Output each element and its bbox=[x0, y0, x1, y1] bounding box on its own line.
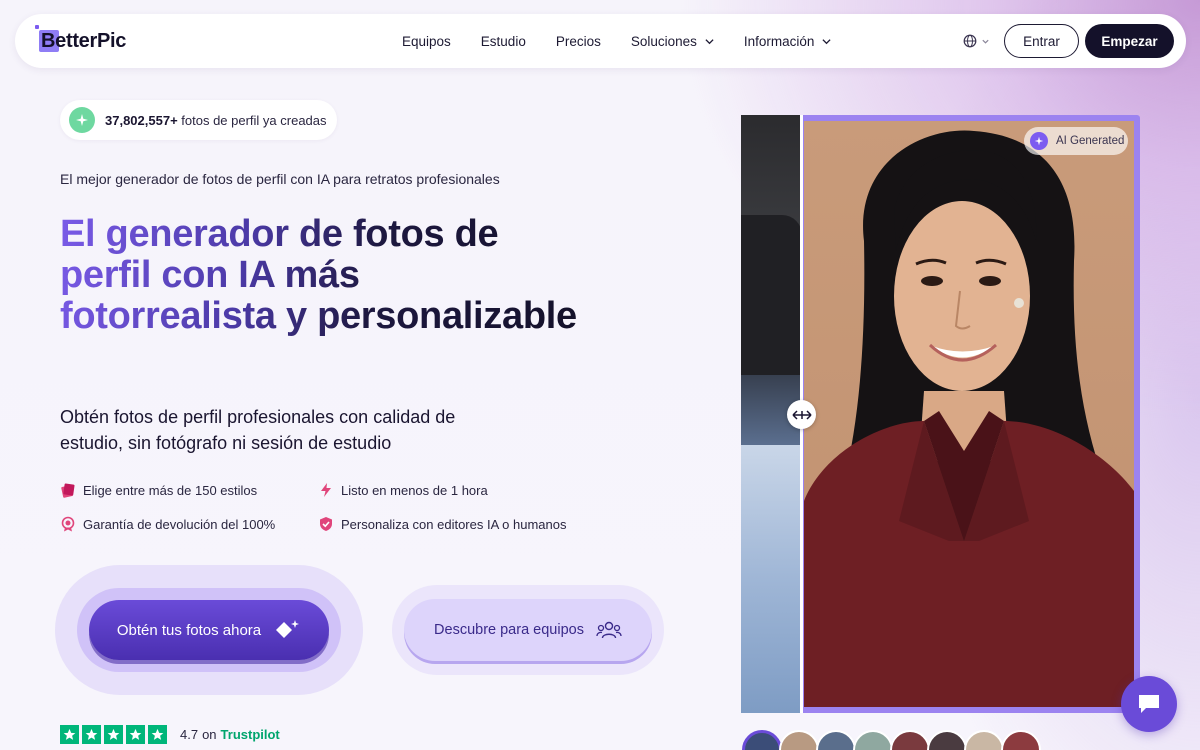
feature-item: Listo en menos de 1 hora bbox=[318, 482, 488, 498]
trustpilot-rating[interactable]: 4.7 on Trustpilot bbox=[60, 725, 280, 744]
chevron-down-icon bbox=[822, 38, 832, 44]
cta-label: Descubre para equipos bbox=[434, 622, 584, 638]
arrows-horizontal-icon bbox=[791, 409, 812, 420]
nav-link-estudio[interactable]: Estudio bbox=[481, 34, 526, 49]
after-photo-portrait bbox=[804, 121, 1134, 707]
feature-item: Elige entre más de 150 estilos bbox=[60, 482, 257, 498]
nav-link-label: Información bbox=[743, 33, 815, 49]
language-selector[interactable] bbox=[963, 34, 990, 48]
feature-label: Personaliza con editores IA o humanos bbox=[341, 516, 567, 532]
rating-score: 4.7 bbox=[180, 727, 199, 742]
thumbnail-avatar[interactable] bbox=[964, 730, 1004, 750]
star-icon bbox=[82, 725, 101, 744]
sparkle-diamond-icon bbox=[276, 620, 300, 638]
teams-button[interactable]: Descubre para equipos bbox=[404, 599, 652, 661]
sparkle-icon bbox=[1030, 132, 1048, 150]
top-navbar: BetterPic Equipos Estudio Precios Soluci… bbox=[15, 14, 1186, 68]
counter-label: fotos de perfil ya creadas bbox=[177, 112, 327, 128]
feature-label: Listo en menos de 1 hora bbox=[341, 482, 488, 498]
star-icon bbox=[148, 725, 167, 744]
thumbnail-avatar[interactable] bbox=[927, 730, 967, 750]
hero-subheadline: Obtén fotos de perfil profesionales con … bbox=[60, 407, 456, 453]
nav-link-label: Precios bbox=[555, 33, 601, 49]
sparkle-icon bbox=[69, 107, 95, 133]
get-started-button[interactable]: Empezar bbox=[1085, 24, 1174, 58]
star-icon bbox=[126, 725, 145, 744]
nav-link-precios[interactable]: Precios bbox=[556, 34, 601, 49]
nav-dropdown-informacion[interactable]: Información bbox=[744, 34, 832, 49]
palette-icon bbox=[61, 483, 75, 498]
chevron-down-icon bbox=[982, 39, 989, 44]
award-icon bbox=[61, 516, 75, 532]
trustpilot-label: Trustpilot bbox=[220, 727, 280, 742]
globe-icon bbox=[963, 34, 977, 48]
example-thumbnails bbox=[742, 730, 1041, 750]
thumbnail-avatar[interactable] bbox=[779, 730, 819, 750]
feature-label: Elige entre más de 150 estilos bbox=[83, 482, 258, 498]
hero-headline: El generador de fotos de perfil con IA m… bbox=[60, 214, 580, 337]
photos-created-counter: 37,802,557+ fotos de perfil ya creadas bbox=[60, 100, 337, 140]
ai-generated-badge: AI Generated bbox=[1024, 127, 1128, 155]
cta-label: Obtén tus fotos ahora bbox=[116, 621, 262, 639]
badge-label: AI Generated bbox=[1056, 135, 1125, 147]
portrait-illustration bbox=[804, 130, 1134, 707]
feature-item: Garantía de devolución del 100% bbox=[60, 516, 275, 532]
star-icon bbox=[60, 725, 79, 744]
get-photos-button[interactable]: Obtén tus fotos ahora bbox=[89, 600, 329, 660]
shield-check-icon bbox=[320, 517, 332, 531]
thumbnail-avatar[interactable] bbox=[890, 730, 930, 750]
chevron-down-icon bbox=[705, 38, 714, 44]
hero-kicker: El mejor generador de fotos de perfil co… bbox=[60, 171, 500, 187]
counter-text: 37,802,557+ fotos de perfil ya creadas bbox=[105, 113, 327, 128]
nav-actions: Entrar Empezar bbox=[963, 23, 1174, 59]
lightning-icon bbox=[321, 483, 331, 497]
rating-on: on bbox=[202, 727, 217, 742]
team-users-icon bbox=[596, 621, 622, 639]
star-icon bbox=[104, 725, 123, 744]
nav-links: Equipos Estudio Precios Soluciones Infor… bbox=[402, 14, 861, 68]
chat-widget-button[interactable] bbox=[1121, 676, 1177, 732]
feature-item: Personaliza con editores IA o humanos bbox=[318, 516, 566, 532]
nav-link-label: Equipos bbox=[402, 33, 451, 49]
nav-dropdown-soluciones[interactable]: Soluciones bbox=[631, 34, 714, 49]
nav-link-label: Estudio bbox=[480, 33, 526, 49]
nav-link-equipos[interactable]: Equipos bbox=[402, 34, 451, 49]
comparison-slider-handle[interactable] bbox=[787, 400, 816, 429]
login-button[interactable]: Entrar bbox=[1004, 24, 1079, 58]
counter-number: 37,802,557+ bbox=[105, 112, 178, 128]
brand-name: BetterPic bbox=[41, 29, 127, 52]
nav-link-label: Soluciones bbox=[630, 33, 697, 49]
thumbnail-avatar[interactable] bbox=[853, 730, 893, 750]
brand-logo[interactable]: BetterPic bbox=[35, 25, 126, 57]
feature-label: Garantía de devolución del 100% bbox=[83, 516, 276, 532]
thumbnail-avatar[interactable] bbox=[742, 730, 782, 750]
thumbnail-avatar[interactable] bbox=[816, 730, 856, 750]
thumbnail-avatar[interactable] bbox=[1001, 730, 1041, 750]
chat-bubble-icon bbox=[1139, 695, 1159, 713]
